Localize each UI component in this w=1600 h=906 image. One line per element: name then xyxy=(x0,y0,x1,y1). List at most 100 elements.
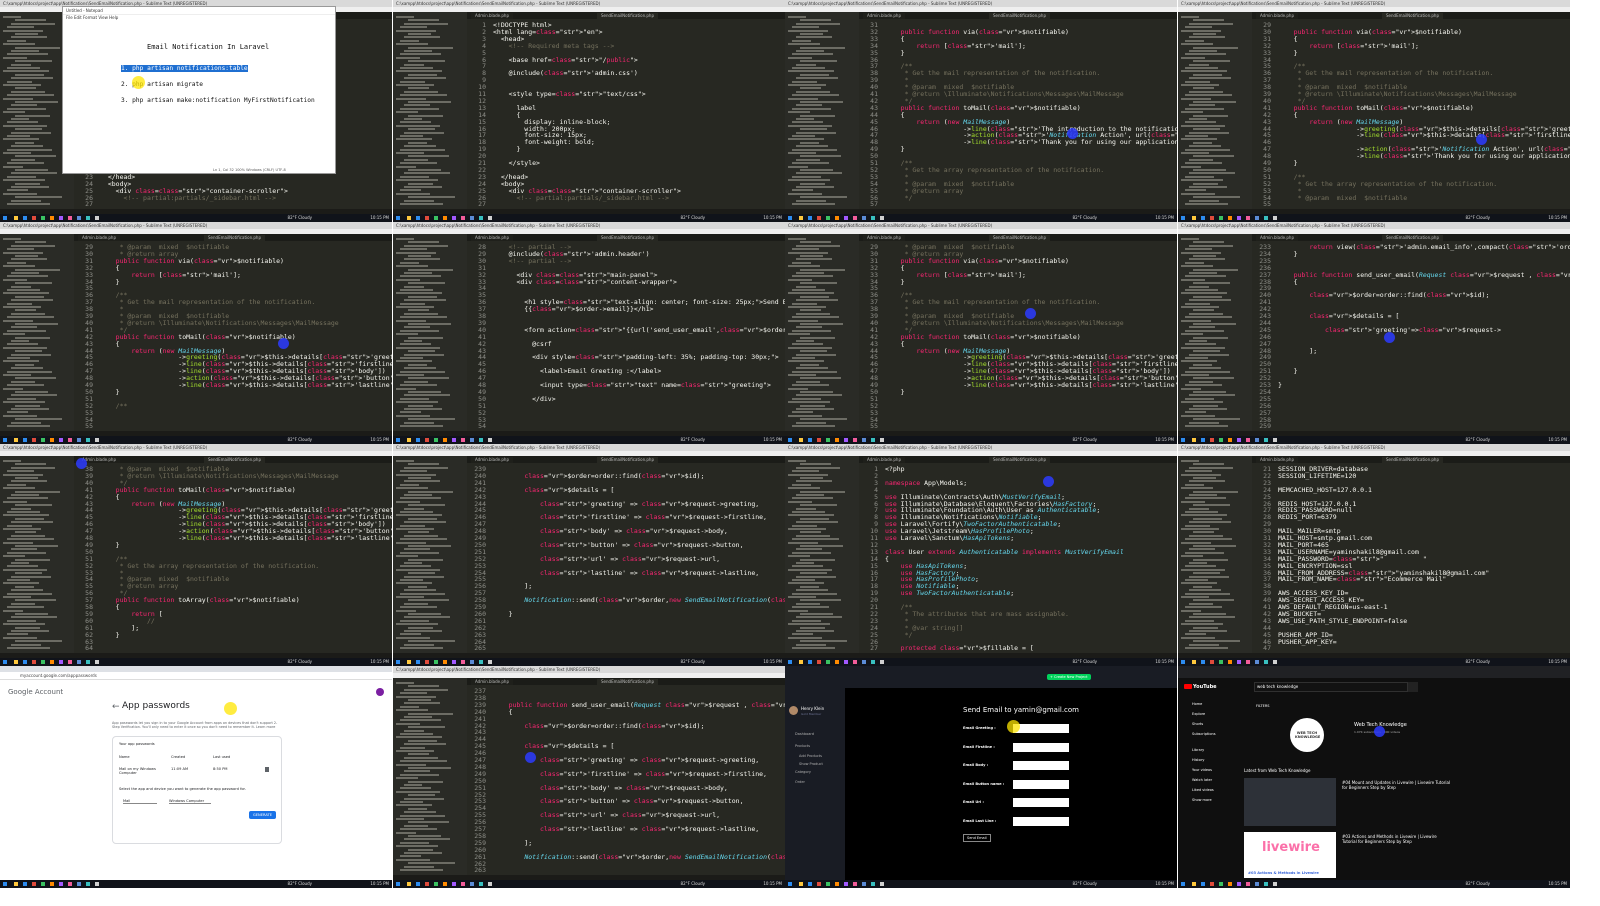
sidebar-file-entry[interactable] xyxy=(1181,43,1213,46)
sidebar-file-entry[interactable] xyxy=(800,60,837,63)
taskbar-app-icon[interactable] xyxy=(1273,438,1277,442)
sidebar-file-entry[interactable] xyxy=(1193,626,1218,629)
sidebar-file-entry[interactable] xyxy=(408,19,439,22)
sidebar-file-entry[interactable] xyxy=(1185,26,1212,29)
sidebar-file-entry[interactable] xyxy=(408,282,445,285)
code-area[interactable]: <!DOCTYPE html><html lang=class="str">"e… xyxy=(489,19,785,209)
sidebar-file-entry[interactable] xyxy=(404,77,446,80)
sidebar-file-entry[interactable] xyxy=(1185,592,1230,595)
sidebar-file-entry[interactable] xyxy=(7,107,46,110)
sidebar-file-entry[interactable] xyxy=(796,312,830,315)
sidebar-file-entry[interactable] xyxy=(792,121,823,124)
sidebar-file-entry[interactable] xyxy=(408,572,435,575)
sidebar-file-entry[interactable] xyxy=(400,80,425,83)
sidebar-file-entry[interactable] xyxy=(800,282,837,285)
yt-sidebar-item-1[interactable]: Explore xyxy=(1192,712,1205,716)
sidebar-file-entry[interactable] xyxy=(3,568,47,571)
sidebar-file-entry[interactable] xyxy=(1181,238,1199,240)
sidebar-file-entry[interactable] xyxy=(7,633,28,636)
sidebar-file-entry[interactable] xyxy=(400,302,425,305)
code-area[interactable]: public function send_user_email(Request … xyxy=(489,685,785,875)
search-input[interactable]: web tech knowledge xyxy=(1254,682,1408,692)
sidebar-file-entry[interactable] xyxy=(3,555,25,558)
sidebar-file-entry[interactable] xyxy=(408,726,445,729)
sidebar-file-entry[interactable] xyxy=(1181,265,1213,268)
sidebar-file-entry[interactable] xyxy=(1181,292,1227,295)
taskbar-app-icon[interactable] xyxy=(59,882,63,886)
sidebar-file-entry[interactable] xyxy=(7,384,44,387)
taskbar-app-icon[interactable] xyxy=(1237,882,1241,886)
sidebar-file-entry[interactable] xyxy=(1181,111,1203,114)
sidebar-file-entry[interactable] xyxy=(792,579,815,581)
sidebar-file-entry[interactable] xyxy=(396,401,438,404)
sidebar-file-entry[interactable] xyxy=(396,387,416,390)
sidebar-file-entry[interactable] xyxy=(3,179,45,182)
sidebar-file-entry[interactable] xyxy=(788,238,806,240)
taskbar-app-icon[interactable] xyxy=(1246,660,1250,664)
sidebar-file-entry[interactable] xyxy=(11,643,41,646)
sidebar-file-entry[interactable] xyxy=(400,773,439,776)
sidebar-file-entry[interactable] xyxy=(396,124,440,127)
sidebar-file-entry[interactable] xyxy=(1189,50,1217,52)
sidebar-file-entry[interactable] xyxy=(408,504,445,507)
sidebar-file-entry[interactable] xyxy=(3,138,39,141)
sidebar-file-entry[interactable] xyxy=(1181,333,1203,336)
sidebar-file-entry[interactable] xyxy=(396,709,428,712)
sidebar-file-entry[interactable] xyxy=(3,541,33,544)
taskbar-app-icon[interactable] xyxy=(452,660,456,664)
sidebar-file-entry[interactable] xyxy=(1181,16,1199,18)
sidebar-file-entry[interactable] xyxy=(1189,575,1229,578)
filters-button[interactable]: FILTERS xyxy=(1256,704,1270,708)
sidebar-file-entry[interactable] xyxy=(15,391,48,393)
sidebar-file-entry[interactable] xyxy=(404,421,434,424)
sidebar-file-entry[interactable] xyxy=(7,483,26,486)
sidebar-file-entry[interactable] xyxy=(400,524,425,527)
generate-button[interactable]: GENERATE xyxy=(249,811,277,819)
sidebar-file-entry[interactable] xyxy=(1185,565,1216,568)
sidebar-file-entry[interactable] xyxy=(1181,500,1205,503)
taskbar-app-icon[interactable] xyxy=(799,882,803,886)
sidebar-file-entry[interactable] xyxy=(11,408,49,410)
yt-sidebar-item-2[interactable]: Shorts xyxy=(1192,722,1203,726)
sidebar-file-entry[interactable] xyxy=(788,165,808,168)
sidebar-file-entry[interactable] xyxy=(1193,60,1230,63)
sidebar-file-entry[interactable] xyxy=(408,490,453,493)
sidebar-file-entry[interactable] xyxy=(792,248,819,251)
sidebar-file-entry[interactable] xyxy=(792,511,825,513)
sidebar-file-entry[interactable] xyxy=(408,531,429,534)
sidebar-file-entry[interactable] xyxy=(408,155,449,158)
sidebar-file-entry[interactable] xyxy=(800,101,843,103)
folder-sidebar[interactable] xyxy=(1178,234,1253,431)
sidebar-file-entry[interactable] xyxy=(3,346,47,349)
sidebar-file-entry[interactable] xyxy=(404,104,430,107)
taskbar-app-icon[interactable] xyxy=(50,660,54,664)
sidebar-file-entry[interactable] xyxy=(1193,558,1228,561)
sidebar-file-entry[interactable] xyxy=(408,255,431,257)
sidebar-file-entry[interactable] xyxy=(1181,29,1221,32)
sidebar-file-entry[interactable] xyxy=(788,514,834,517)
sidebar-file-entry[interactable] xyxy=(400,425,443,427)
taskbar-app-icon[interactable] xyxy=(23,216,27,220)
sidebar-file-entry[interactable] xyxy=(408,182,433,185)
sidebar-file-entry[interactable] xyxy=(408,848,433,851)
sidebar-file-entry[interactable] xyxy=(792,357,815,359)
sidebar-file-entry[interactable] xyxy=(800,599,841,602)
sidebar-file-entry[interactable] xyxy=(396,763,426,766)
sidebar-file-entry[interactable] xyxy=(1193,463,1224,466)
sidebar-file-entry[interactable] xyxy=(400,633,421,636)
taskbar-app-icon[interactable] xyxy=(1255,438,1259,442)
sidebar-file-entry[interactable] xyxy=(408,558,443,561)
sidebar-file-entry[interactable] xyxy=(1189,312,1223,315)
windows-start-icon[interactable] xyxy=(788,882,792,886)
sidebar-file-entry[interactable] xyxy=(1181,165,1201,168)
sidebar-file-entry[interactable] xyxy=(408,794,435,797)
sidebar-file-entry[interactable] xyxy=(1193,282,1230,285)
sidebar-file-entry[interactable] xyxy=(15,182,40,185)
sidebar-file-entry[interactable] xyxy=(15,282,52,285)
sidebar-file-entry[interactable] xyxy=(404,494,432,496)
sidebar-file-entry[interactable] xyxy=(792,148,837,151)
taskbar-app-icon[interactable] xyxy=(50,216,54,220)
sidebar-file-entry[interactable] xyxy=(1189,104,1215,107)
editor-tab-bar[interactable]: Admin.blade.phpSendEmailNotification.php xyxy=(859,12,1177,19)
taskbar-app-icon[interactable] xyxy=(1201,438,1205,442)
